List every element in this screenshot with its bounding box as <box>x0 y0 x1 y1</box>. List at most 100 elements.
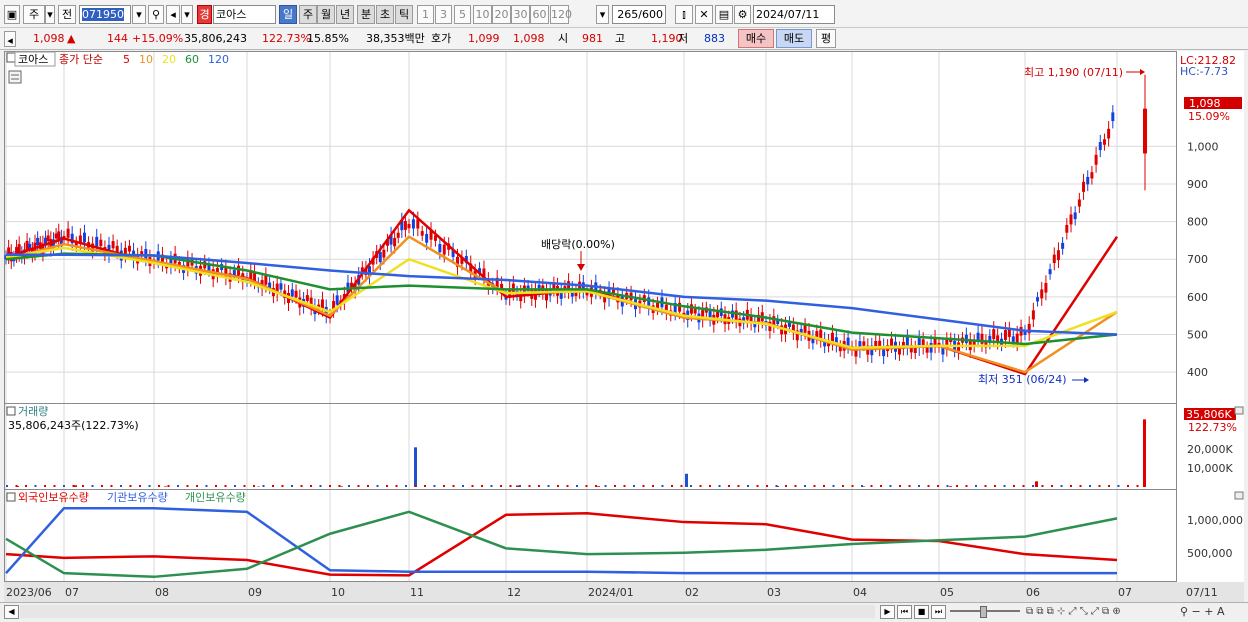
holding-legend-item-2[interactable]: 개인보유수량 <box>185 491 246 504</box>
volume-bar <box>1108 485 1110 487</box>
volume-bar <box>757 485 759 487</box>
ma-legend-item-20[interactable]: 20 <box>162 53 176 66</box>
window-icon[interactable]: ▣ <box>4 5 20 24</box>
holding-legend-item-0[interactable]: 외국인보유수량 <box>18 491 89 504</box>
buy-button[interactable]: 매수 <box>738 29 774 48</box>
playback-button-3[interactable]: ⏭ <box>931 605 946 619</box>
candle-body <box>992 329 995 339</box>
market-type-dropdown[interactable]: 주 <box>23 5 45 24</box>
volume-title[interactable]: 거래량 <box>18 405 48 418</box>
candle-body <box>36 238 39 245</box>
interval-button-4[interactable]: 20 <box>492 5 511 24</box>
period-tab-2[interactable]: 월 <box>317 5 335 24</box>
volume-bar <box>994 485 996 487</box>
date-axis-label: 2023/06 <box>6 586 52 599</box>
ma-legend-item-120[interactable]: 120 <box>208 53 229 66</box>
chevron-down-icon[interactable]: ▾ <box>45 5 55 24</box>
zoom-controls[interactable]: ⚲ − + A <box>1180 605 1225 618</box>
volume-bar <box>234 485 236 487</box>
calculator-icon[interactable] <box>9 71 21 83</box>
period-tab-6[interactable]: 틱 <box>395 5 413 24</box>
date-axis-label: 02 <box>685 586 699 599</box>
ma-legend-item-10[interactable]: 10 <box>139 53 153 66</box>
layout-icons[interactable]: ⧉ ⧉ ⧉ ⊹ ⤢ ⤡ ⤢ ⧉ ⊕ <box>1026 606 1121 617</box>
period-tab-3[interactable]: 년 <box>336 5 354 24</box>
ma-legend-label[interactable]: 종가 단순 <box>59 53 103 66</box>
period-tab-1[interactable]: 주 <box>299 5 317 24</box>
stock-chart[interactable]: 코아스 종가 단순 5102060120 LC:212.82 HC:-7.73 … <box>4 51 1244 602</box>
interval-button-3[interactable]: 10 <box>473 5 492 24</box>
zoom-slider-thumb[interactable] <box>980 606 987 618</box>
data-count-field[interactable]: 265/600 <box>612 5 666 24</box>
volume-bar <box>1137 485 1139 487</box>
candle-body <box>291 289 294 296</box>
candle-settings-icon[interactable]: ⫾ <box>675 5 693 24</box>
candle-body <box>425 234 428 243</box>
high-label: 고 <box>615 31 625 46</box>
date-axis-label: 07 <box>1118 586 1132 599</box>
ask-price: 1,099 <box>468 31 500 46</box>
stock-name-value: 코아스 <box>216 8 246 21</box>
search-icon[interactable]: ⚲ <box>148 5 164 24</box>
date-axis-label: 04 <box>853 586 867 599</box>
playback-button-0[interactable]: ▶ <box>880 605 895 619</box>
ma-legend-item-60[interactable]: 60 <box>185 53 199 66</box>
playback-button-1[interactable]: ⏮ <box>897 605 912 619</box>
stock-name-field[interactable]: 코아스 <box>213 5 276 24</box>
period-tab-4[interactable]: 분 <box>357 5 375 24</box>
playback-button-2[interactable]: ■ <box>914 605 929 619</box>
period-tab-5[interactable]: 초 <box>376 5 394 24</box>
holding-legend-item-1[interactable]: 기관보유수량 <box>107 491 168 504</box>
candle-body <box>264 275 267 285</box>
interval-button-2[interactable]: 5 <box>454 5 471 24</box>
volume-bar <box>120 485 122 487</box>
chevron-down-icon[interactable]: ▾ <box>181 5 193 24</box>
price-tick-label: 500 <box>1187 329 1208 342</box>
period-tab-0[interactable]: 일 <box>279 5 297 24</box>
chevron-down-icon[interactable]: ▾ <box>596 5 609 24</box>
average-button[interactable]: 평 <box>816 29 836 48</box>
candle-body <box>1086 177 1089 184</box>
crosshair-icon[interactable]: ✕ <box>695 5 713 24</box>
volume-bar <box>510 485 512 487</box>
candle-body <box>95 237 98 247</box>
close-icon[interactable] <box>1235 407 1243 414</box>
volume-bar <box>861 485 863 487</box>
interval-button-6[interactable]: 60 <box>530 5 549 24</box>
close-icon[interactable] <box>1235 492 1243 499</box>
price-tick-label: 600 <box>1187 291 1208 304</box>
price-tick-label: 900 <box>1187 178 1208 191</box>
collapse-icon[interactable]: ◂ <box>4 31 16 47</box>
interval-button-1[interactable]: 3 <box>435 5 452 24</box>
interval-button-5[interactable]: 30 <box>511 5 530 24</box>
volume-bar <box>842 485 844 487</box>
interval-button-0[interactable]: 1 <box>417 5 434 24</box>
chevron-down-icon[interactable]: ▾ <box>132 5 146 24</box>
sell-button[interactable]: 매도 <box>776 29 812 48</box>
date-axis-label: 12 <box>507 586 521 599</box>
scroll-track[interactable] <box>20 605 875 618</box>
save-icon[interactable]: ▤ <box>715 5 733 24</box>
interval-button-7[interactable]: 120 <box>550 5 569 24</box>
candle-body <box>874 341 877 346</box>
candle-body <box>83 233 86 243</box>
volume-bar <box>1004 485 1006 487</box>
date-field[interactable]: 2024/07/11 <box>753 5 835 24</box>
volume-tick-label: 20,000K <box>1187 443 1233 456</box>
candle-body <box>233 270 236 275</box>
volume-bar <box>386 485 388 487</box>
gear-icon[interactable]: ⚙ <box>734 5 751 24</box>
candle-body <box>694 309 697 313</box>
prev-button[interactable]: 전 <box>58 5 76 24</box>
scroll-left-button[interactable]: ◀ <box>4 605 19 619</box>
volume-bar <box>538 485 540 487</box>
quote-label: 호가 <box>431 31 451 46</box>
chart-scroll-bar[interactable]: ◀ ⧉ ⧉ ⧉ ⊹ ⤢ ⤡ ⤢ ⧉ ⊕ ⚲ − + A ▶⏮■⏭ <box>0 602 1248 622</box>
volume-bar <box>719 485 721 487</box>
ma-legend-item-5[interactable]: 5 <box>123 53 130 66</box>
stock-code-input[interactable]: 071950 <box>79 5 131 24</box>
candle-body <box>112 241 115 248</box>
candle-body <box>977 333 980 341</box>
speaker-icon[interactable]: ◂ <box>166 5 180 24</box>
volume-bar <box>1118 485 1120 487</box>
